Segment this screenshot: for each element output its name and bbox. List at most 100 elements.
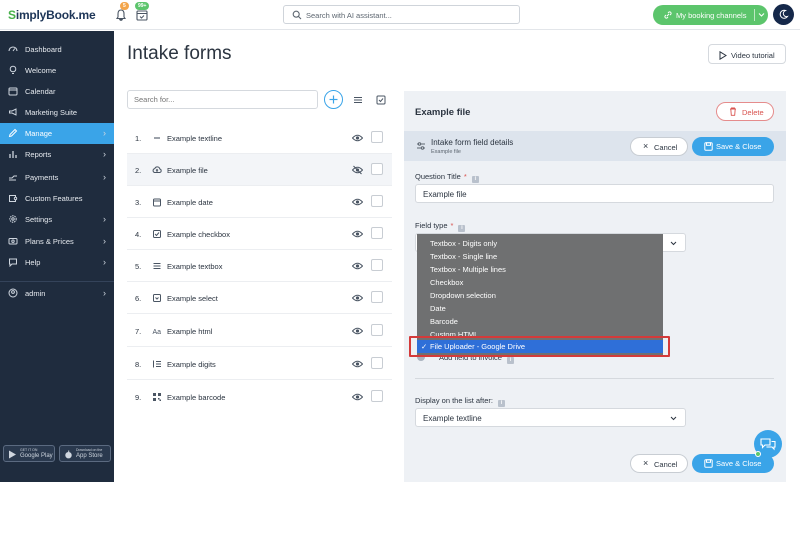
search-placeholder: Search with AI assistant... — [306, 11, 392, 20]
sidebar-item-calendar[interactable]: Calendar — [0, 81, 114, 102]
theme-toggle-button[interactable] — [773, 4, 794, 25]
sidebar-item-reports[interactable]: Reports › — [0, 144, 114, 165]
question-title-input[interactable]: Example file — [415, 184, 774, 203]
sidebar-item-help[interactable]: Help › — [0, 252, 114, 273]
qr-icon — [153, 393, 161, 401]
dropdown-option[interactable]: Checkbox — [417, 276, 663, 289]
eye-icon[interactable] — [352, 197, 363, 207]
google-play-button[interactable]: GET IT ON Google Play — [3, 445, 55, 462]
eye-icon[interactable] — [352, 229, 363, 239]
sidebar-item-welcome[interactable]: Welcome — [0, 60, 114, 81]
dropdown-option[interactable]: Textbox - Multiple lines — [417, 263, 663, 276]
form-field-row[interactable]: 7. Aa Example html — [127, 315, 392, 347]
eye-icon[interactable] — [352, 133, 363, 143]
ai-search-input[interactable]: Search with AI assistant... — [283, 5, 520, 24]
eye-icon[interactable] — [352, 392, 363, 402]
cancel-button[interactable]: × Cancel — [630, 137, 688, 156]
play-store-icon — [9, 450, 16, 459]
puzzle-icon — [9, 195, 18, 202]
sidebar-item-marketing-suite[interactable]: Marketing Suite — [0, 102, 114, 123]
dashboard-icon — [8, 46, 18, 52]
eye-icon[interactable] — [352, 293, 363, 303]
close-icon: × — [643, 141, 649, 151]
svg-text:Aa: Aa — [153, 329, 162, 336]
sidebar-divider — [0, 281, 114, 282]
moon-icon — [779, 9, 789, 19]
trash-icon — [730, 107, 736, 116]
section-divider — [415, 378, 774, 379]
dropdown-option[interactable]: Textbox - Digits only — [417, 237, 663, 250]
form-field-row[interactable]: 5. Example textbox — [127, 250, 392, 282]
chevron-down-icon — [670, 241, 677, 246]
dropdown-option[interactable]: Dropdown selection — [417, 289, 663, 302]
add-field-button[interactable] — [324, 90, 343, 109]
chat-button[interactable] — [754, 430, 782, 458]
row-checkbox[interactable] — [371, 195, 383, 207]
form-field-row[interactable]: 8. Example digits — [127, 348, 392, 380]
app-store-button[interactable]: Download on the App Store — [59, 445, 111, 462]
plus-icon — [329, 95, 338, 104]
sliders-icon — [417, 142, 425, 150]
calendar-check-icon[interactable] — [135, 8, 149, 22]
row-checkbox[interactable] — [371, 163, 383, 175]
list-search-input[interactable] — [128, 91, 317, 108]
display-after-select[interactable]: Example textline — [415, 408, 686, 427]
online-status-dot — [755, 451, 761, 457]
bell-icon[interactable] — [114, 8, 128, 22]
info-icon: i — [471, 176, 479, 183]
eye-icon[interactable] — [352, 261, 363, 271]
search-icon — [292, 10, 302, 20]
chevron-right-icon: › — [103, 149, 106, 159]
eye-off-icon[interactable] — [352, 165, 363, 175]
select-all-icon[interactable] — [376, 95, 386, 105]
dropdown-option[interactable]: Date — [417, 302, 663, 315]
cancel-button-bottom[interactable]: × Cancel — [630, 454, 688, 473]
sidebar-item-custom-features[interactable]: Custom Features — [0, 188, 114, 209]
chevron-right-icon: › — [103, 128, 106, 138]
list-search-field[interactable] — [127, 90, 318, 109]
form-field-row[interactable]: 4. Example checkbox — [127, 218, 392, 250]
list-view-icon[interactable] — [353, 95, 363, 105]
bulb-icon — [9, 65, 17, 74]
sidebar-item-manage[interactable]: Manage › — [0, 123, 114, 144]
sidebar-item-plans-prices[interactable]: Plans & Prices › — [0, 231, 114, 252]
sidebar-item-payments[interactable]: Payments › — [0, 167, 114, 188]
dropdown-option[interactable]: Textbox - Single line — [417, 250, 663, 263]
list-numbered-icon — [153, 360, 161, 368]
chevron-right-icon: › — [103, 236, 106, 246]
eye-icon[interactable] — [352, 326, 363, 336]
pencil-icon — [8, 128, 18, 138]
gear-icon — [9, 215, 17, 223]
sidebar-item-dashboard[interactable]: Dashboard — [0, 39, 114, 60]
form-field-row[interactable]: 1. Example textline — [127, 122, 392, 154]
row-checkbox[interactable] — [371, 259, 383, 271]
row-checkbox[interactable] — [371, 227, 383, 239]
booking-channels-button[interactable]: My booking channels — [653, 5, 768, 25]
dropdown-option[interactable]: Barcode — [417, 315, 663, 328]
row-checkbox[interactable] — [371, 291, 383, 303]
save-close-button[interactable]: Save & Close — [692, 137, 774, 156]
calendar-icon — [8, 87, 18, 96]
page-title: Intake forms — [127, 43, 232, 64]
form-field-row[interactable]: 9. Example barcode — [127, 381, 392, 413]
help-icon — [9, 258, 17, 267]
chevron-down-icon[interactable] — [758, 12, 765, 18]
save-icon — [704, 142, 713, 151]
cloud-upload-icon — [152, 166, 162, 173]
info-icon: i — [506, 357, 514, 364]
sidebar-item-settings[interactable]: Settings › — [0, 209, 114, 230]
form-field-row[interactable]: 2. Example file — [127, 154, 392, 186]
sidebar-item-admin[interactable]: admin › — [0, 283, 114, 304]
row-checkbox[interactable] — [371, 390, 383, 402]
eye-icon[interactable] — [352, 359, 363, 369]
select-icon — [153, 294, 161, 302]
delete-button[interactable]: Delete — [716, 102, 774, 121]
form-field-row[interactable]: 3. Example date — [127, 186, 392, 218]
chat-icon — [760, 438, 776, 451]
row-checkbox[interactable] — [371, 324, 383, 336]
row-checkbox[interactable] — [371, 131, 383, 143]
logo[interactable]: SimplyBook.me — [8, 8, 96, 22]
row-checkbox[interactable] — [371, 357, 383, 369]
form-field-row[interactable]: 6. Example select — [127, 282, 392, 314]
video-tutorial-button[interactable]: Video tutorial — [708, 44, 786, 64]
